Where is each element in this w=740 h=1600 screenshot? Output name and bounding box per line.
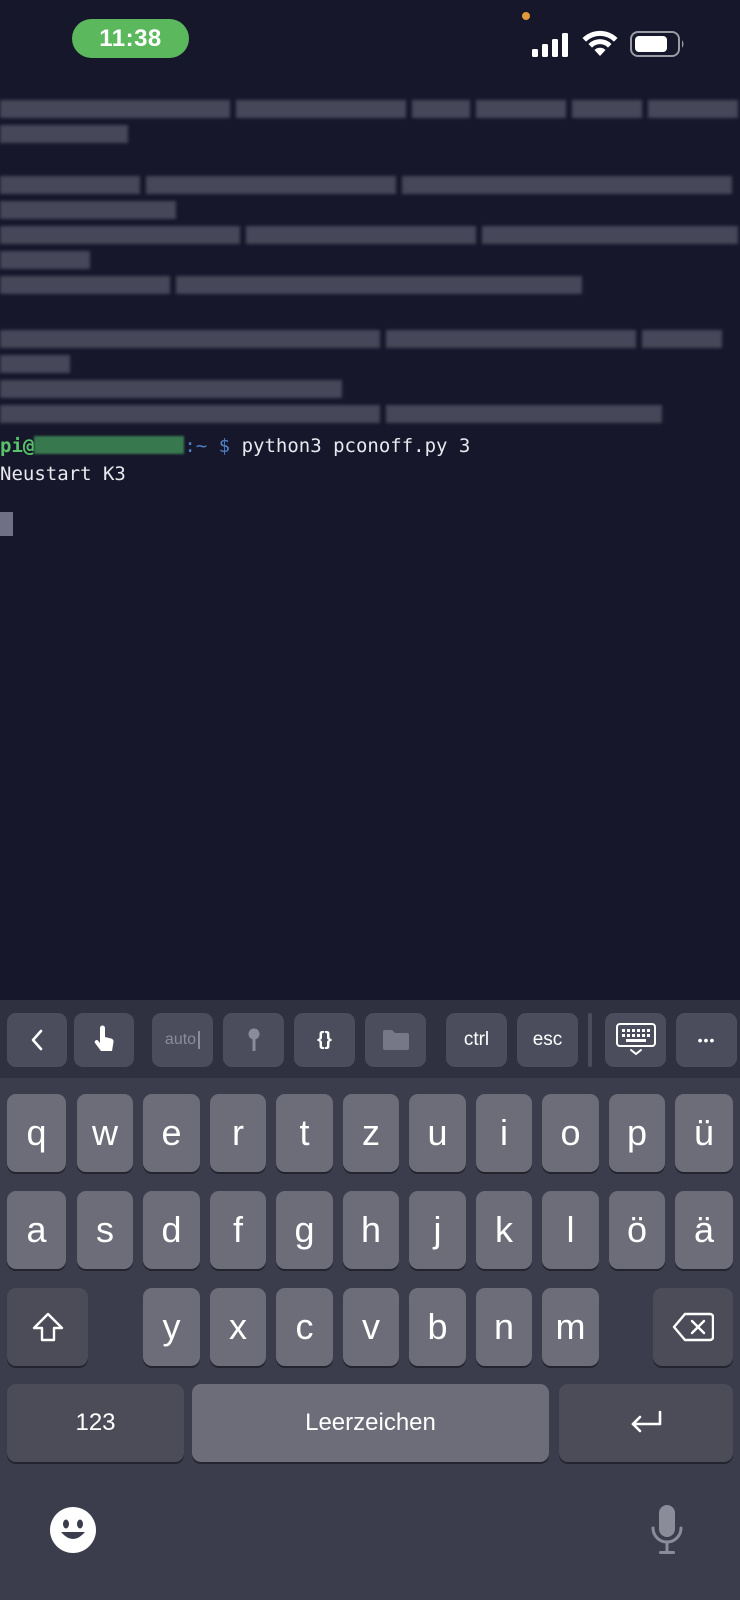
key-y[interactable]: y xyxy=(143,1288,200,1366)
return-key[interactable] xyxy=(559,1384,733,1462)
key-p[interactable]: p xyxy=(609,1094,665,1172)
redacted-hostname xyxy=(34,436,185,454)
esc-key[interactable]: esc xyxy=(517,1013,578,1067)
chevron-left-icon xyxy=(31,1029,43,1051)
terminal-cursor xyxy=(0,512,13,536)
key-b[interactable]: b xyxy=(409,1288,466,1366)
key-a[interactable]: a xyxy=(7,1191,66,1269)
key-d[interactable]: d xyxy=(143,1191,200,1269)
key-k[interactable]: k xyxy=(476,1191,532,1269)
key-z[interactable]: z xyxy=(343,1094,399,1172)
wifi-icon xyxy=(582,30,618,56)
prompt-line: pi@ :~ $ python3 pconoff.py 3 xyxy=(0,434,470,458)
battery-icon xyxy=(630,31,684,57)
key-icon xyxy=(248,1028,259,1051)
status-bar: 11:38 xyxy=(0,0,740,80)
microphone-icon[interactable] xyxy=(650,1504,684,1556)
command-output: Neustart K3 xyxy=(0,463,126,485)
privacy-indicator-dot xyxy=(522,12,530,20)
hide-keyboard-button[interactable] xyxy=(605,1013,666,1067)
prompt-symbol: $ xyxy=(218,435,231,457)
cellular-signal-icon xyxy=(532,33,568,57)
key-w[interactable]: w xyxy=(77,1094,133,1172)
redacted-output-block-1 xyxy=(0,100,740,150)
files-button[interactable] xyxy=(365,1013,426,1067)
delete-key[interactable] xyxy=(653,1288,733,1366)
key-v[interactable]: v xyxy=(343,1288,399,1366)
keyboard-accessory-bar: auto {} ctrl esc ••• xyxy=(0,1000,740,1078)
key-h[interactable]: h xyxy=(343,1191,399,1269)
key-e[interactable]: e xyxy=(143,1094,200,1172)
key-u-umlaut[interactable]: ü xyxy=(675,1094,733,1172)
emoji-icon[interactable] xyxy=(49,1506,97,1554)
command-text: python3 pconoff.py 3 xyxy=(230,435,471,457)
key-t[interactable]: t xyxy=(276,1094,333,1172)
back-button[interactable] xyxy=(7,1013,67,1067)
key-o[interactable]: o xyxy=(542,1094,599,1172)
key-r[interactable]: r xyxy=(210,1094,266,1172)
key-m[interactable]: m xyxy=(542,1288,599,1366)
folder-icon xyxy=(382,1030,409,1050)
key-l[interactable]: l xyxy=(542,1191,599,1269)
prompt-path: :~ xyxy=(184,435,208,457)
snippets-button[interactable]: {} xyxy=(294,1013,355,1067)
key-u[interactable]: u xyxy=(409,1094,466,1172)
key-n[interactable]: n xyxy=(476,1288,532,1366)
numbers-key[interactable]: 123 xyxy=(7,1384,184,1462)
prompt-user: pi@ xyxy=(0,435,35,457)
shift-icon xyxy=(32,1312,63,1342)
autocomplete-button[interactable]: auto xyxy=(152,1013,213,1067)
more-button[interactable]: ••• xyxy=(676,1013,737,1067)
key-f[interactable]: f xyxy=(210,1191,266,1269)
autocomplete-label: auto xyxy=(164,1031,197,1048)
key-a-umlaut[interactable]: ä xyxy=(675,1191,733,1269)
onscreen-keyboard: q w e r t z u i o p ü a s d f g h j k l … xyxy=(0,1078,740,1600)
ssh-key-button[interactable] xyxy=(223,1013,284,1067)
key-i[interactable]: i xyxy=(476,1094,532,1172)
scroll-divider xyxy=(588,1013,592,1067)
key-g[interactable]: g xyxy=(276,1191,333,1269)
shift-key[interactable] xyxy=(7,1288,88,1366)
key-s[interactable]: s xyxy=(77,1191,133,1269)
keyboard-hide-icon xyxy=(615,1023,656,1056)
key-x[interactable]: x xyxy=(210,1288,266,1366)
key-c[interactable]: c xyxy=(276,1288,333,1366)
return-icon xyxy=(631,1410,662,1433)
key-q[interactable]: q xyxy=(7,1094,66,1172)
ctrl-key[interactable]: ctrl xyxy=(446,1013,507,1067)
touch-mode-button[interactable] xyxy=(74,1013,134,1067)
tap-gesture-icon xyxy=(94,1025,114,1051)
terminal-output[interactable]: pi@ :~ $ python3 pconoff.py 3 Neustart K3 xyxy=(0,96,740,996)
key-o-umlaut[interactable]: ö xyxy=(609,1191,665,1269)
backspace-icon xyxy=(672,1312,714,1342)
key-j[interactable]: j xyxy=(409,1191,466,1269)
space-key[interactable]: Leerzeichen xyxy=(192,1384,549,1462)
status-time[interactable]: 11:38 xyxy=(72,19,189,58)
